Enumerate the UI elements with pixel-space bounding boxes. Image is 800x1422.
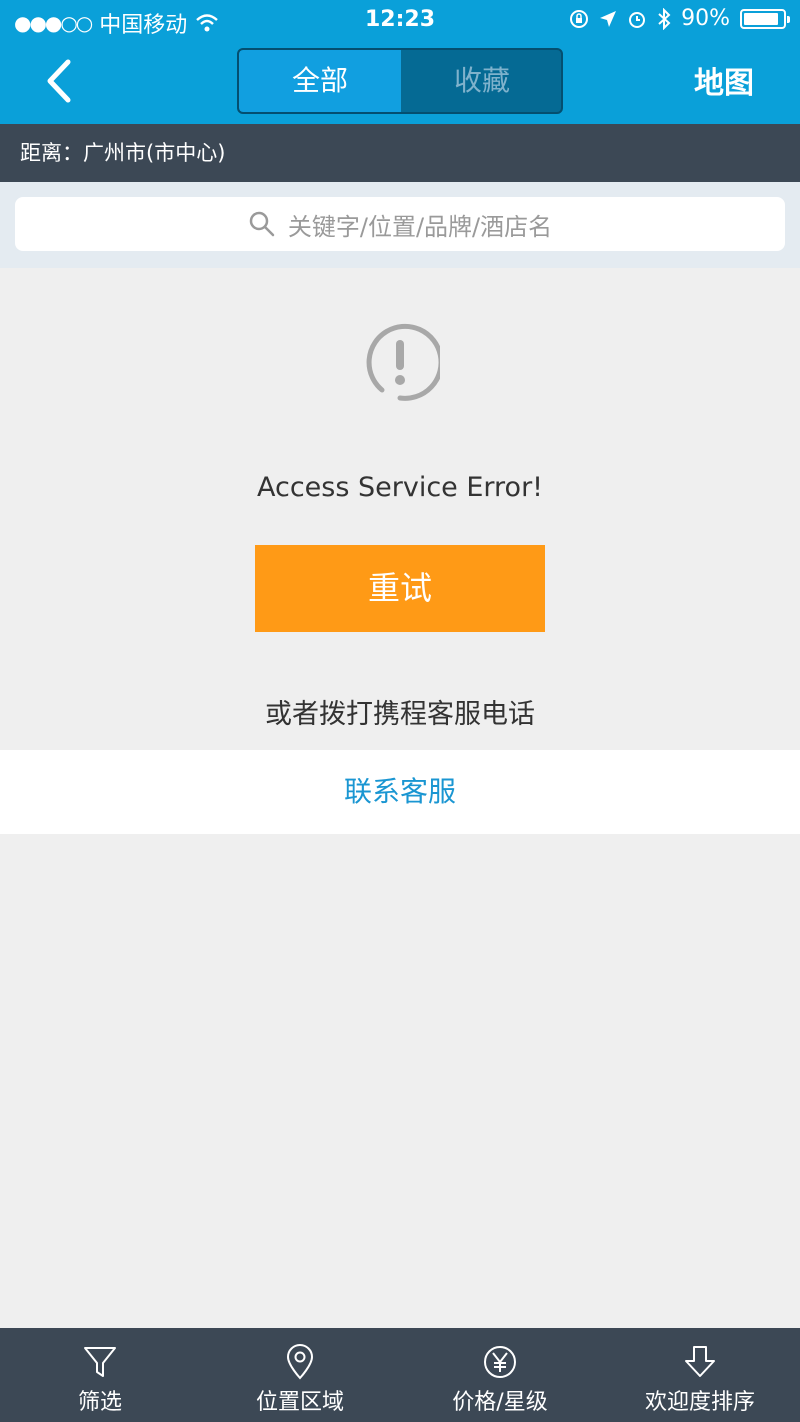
search-area: 关键字/位置/品牌/酒店名 [0, 182, 800, 268]
location-arrow-icon [600, 10, 617, 27]
battery-fill [744, 12, 779, 25]
segmented-control: 全部 收藏 [237, 48, 563, 114]
map-button[interactable]: 地图 [694, 58, 754, 102]
contact-service-button[interactable]: 联系客服 [0, 750, 800, 834]
tab-location-label: 位置区域 [255, 1390, 344, 1415]
call-service-text: 或者拨打携程客服电话 [265, 699, 535, 730]
yen-icon [484, 1346, 516, 1378]
top-bar: ●●●○○ 中国移动 12:23 90% 全部 收藏 地图 [0, 0, 800, 124]
battery-percentage: 90% [681, 6, 730, 31]
location-bar[interactable]: 距离：广州市(市中心) [0, 124, 800, 182]
search-placeholder: 关键字/位置/品牌/酒店名 [287, 212, 553, 241]
tab-price-star-label: 价格/星级 [452, 1390, 548, 1415]
search-input[interactable]: 关键字/位置/品牌/酒店名 [15, 197, 785, 251]
back-button[interactable] [38, 56, 84, 106]
location-pin-icon [286, 1344, 314, 1380]
tab-all[interactable]: 全部 [239, 50, 401, 112]
tab-filter-label: 筛选 [77, 1390, 122, 1415]
filter-icon [84, 1347, 116, 1377]
tab-location[interactable]: 位置区域 [200, 1328, 400, 1422]
tab-price-star[interactable]: 价格/星级 [400, 1328, 600, 1422]
tab-favorites[interactable]: 收藏 [401, 50, 561, 112]
error-message: Access Service Error! [256, 472, 544, 503]
alarm-icon [629, 11, 646, 28]
battery-icon [740, 8, 790, 29]
sort-down-icon [685, 1346, 715, 1377]
tab-sort-label: 欢迎度排序 [644, 1390, 755, 1415]
search-icon [249, 211, 275, 237]
retry-button[interactable]: 重试 [255, 545, 545, 632]
tab-sort[interactable]: 欢迎度排序 [600, 1328, 800, 1422]
rotation-lock-icon [570, 9, 589, 28]
error-alert-icon [366, 323, 440, 401]
bottom-tab-bar: 筛选 位置区域 价格/星级 欢迎度排序 [0, 1328, 800, 1422]
bluetooth-icon [658, 7, 671, 30]
status-bar: ●●●○○ 中国移动 12:23 90% [0, 0, 800, 40]
tab-filter[interactable]: 筛选 [0, 1328, 200, 1422]
